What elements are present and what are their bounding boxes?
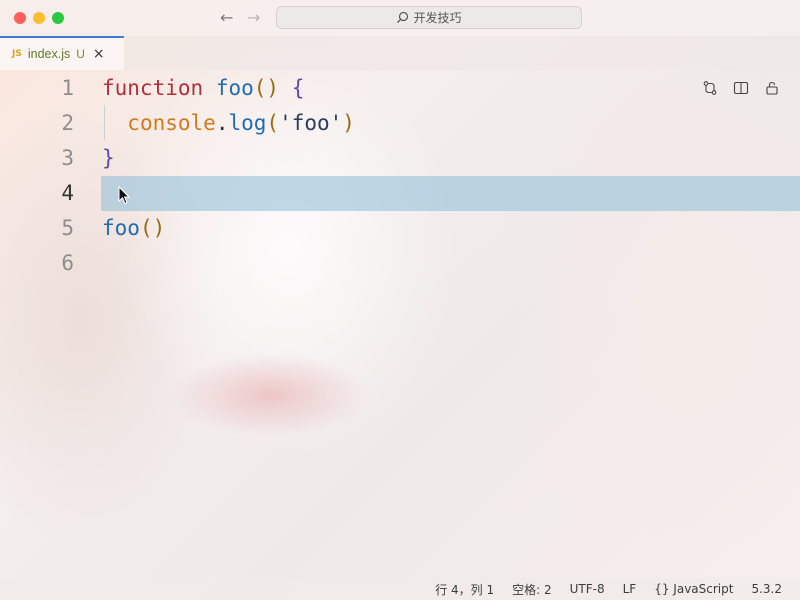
current-line-highlight	[101, 176, 800, 211]
code-line[interactable]: 3}	[0, 141, 800, 176]
tab-filename: index.js	[27, 47, 71, 61]
line-number: 2	[61, 111, 74, 135]
braces-icon: {}	[654, 582, 670, 596]
mouse-cursor-icon	[118, 185, 132, 206]
code-token: log	[228, 111, 267, 135]
code-line[interactable]: 5 foo()	[0, 211, 800, 246]
search-icon	[396, 11, 409, 24]
line-number: 1	[61, 76, 74, 100]
language-label: JavaScript	[673, 582, 734, 596]
line-number: 5	[61, 216, 74, 240]
code-text[interactable]: }	[102, 141, 115, 176]
code-token: {	[291, 76, 305, 100]
code-editor[interactable]: 1 function foo() {2 console.log('foo') 3} 4…	[0, 70, 800, 578]
code-token: ()	[253, 76, 280, 100]
code-token: console	[127, 111, 216, 135]
tab-index-js[interactable]: JS index.js U ×	[0, 36, 124, 70]
code-line[interactable]: 6	[0, 246, 800, 281]
maximize-window-button[interactable]	[52, 12, 64, 24]
code-text[interactable]: foo()	[102, 211, 165, 246]
tab-untracked-status: U	[76, 47, 85, 61]
code-token: function	[102, 76, 204, 100]
line-number: 4	[61, 181, 74, 205]
encoding-setting[interactable]: UTF-8	[570, 582, 605, 596]
minimize-window-button[interactable]	[33, 12, 45, 24]
title-bar: ← → 开发技巧	[0, 0, 800, 36]
line-number: 3	[61, 146, 74, 170]
code-text[interactable]: function foo() {	[102, 71, 304, 106]
tab-bar: JS index.js U ×	[0, 36, 800, 95]
code-token: }	[102, 146, 115, 170]
line-ending-setting[interactable]: LF	[623, 582, 637, 596]
forward-button[interactable]: →	[247, 8, 260, 27]
code-token: foo	[102, 216, 140, 240]
code-token: foo	[215, 76, 254, 100]
code-line[interactable]: 2 console.log('foo')	[0, 106, 800, 141]
typescript-version[interactable]: 5.3.2	[751, 582, 782, 596]
code-token: 'foo'	[279, 111, 343, 135]
code-token: )	[342, 111, 355, 135]
code-token: (	[266, 111, 280, 135]
cursor-position[interactable]: 行 4，列 1	[435, 581, 494, 598]
command-center-label: 开发技巧	[413, 11, 462, 25]
code-line[interactable]: 1 function foo() {	[0, 71, 800, 106]
indent-guide	[104, 105, 105, 140]
language-mode[interactable]: {} JavaScript	[654, 582, 733, 596]
command-center-search[interactable]: 开发技巧	[276, 6, 582, 29]
tab-close-button[interactable]: ×	[93, 46, 105, 62]
code-token: ()	[139, 216, 166, 240]
close-window-button[interactable]	[14, 12, 26, 24]
code-text[interactable]: console.log('foo')	[102, 106, 355, 141]
back-button[interactable]: ←	[220, 8, 233, 27]
status-bar: 行 4，列 1 空格: 2 UTF-8 LF {} JavaScript 5.3…	[0, 578, 800, 600]
indentation-setting[interactable]: 空格: 2	[512, 581, 552, 598]
line-number: 6	[61, 251, 74, 275]
code-token: .	[215, 111, 229, 135]
javascript-file-icon: JS	[12, 49, 22, 59]
